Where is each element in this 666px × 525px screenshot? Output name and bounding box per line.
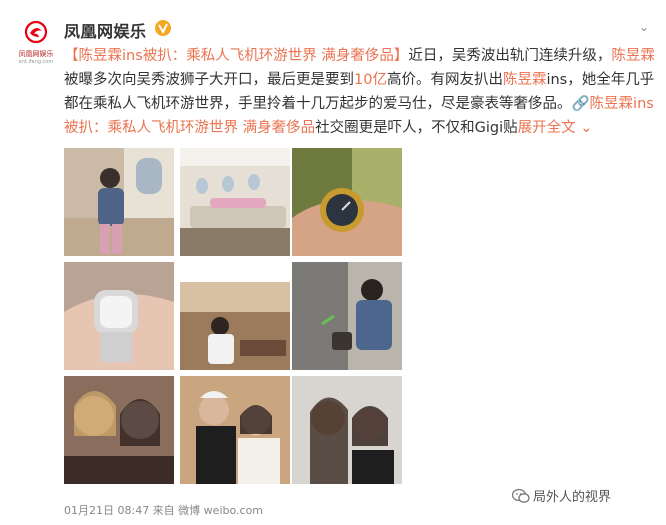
photo-diamond-watch[interactable]	[64, 262, 174, 370]
photo-selfie-gigi[interactable]	[64, 376, 174, 484]
mention-name-2[interactable]: 陈昱霖	[503, 72, 547, 88]
logo-text: 凤凰网娱乐	[18, 50, 54, 58]
watermark-text: 局外人的视界	[533, 490, 612, 505]
photo-selfie-group[interactable]	[180, 376, 290, 484]
mention-name-1[interactable]: 陈昱霖	[611, 48, 655, 64]
photo-jet-seat[interactable]	[64, 148, 174, 256]
phoenix-logo-icon	[24, 20, 48, 44]
image-grid	[64, 148, 404, 490]
post-text: 【陈昱霖ins被扒：乘私人飞机环游世界 满身奢侈品】近日，吴秀波出轨门连续升级，…	[64, 44, 660, 140]
post-text-3: 高价。有网友扒出	[386, 72, 503, 88]
account-name[interactable]: 凤凰网娱乐	[64, 18, 147, 42]
expand-full-text-link[interactable]: 展开全文	[518, 120, 576, 136]
verified-v-icon	[155, 20, 171, 36]
chevron-down-icon[interactable]: ⌄	[636, 20, 652, 36]
post-text-1: 近日，吴秀波出轨门连续升级，	[408, 48, 612, 64]
post-time-source: 01月21日 08:47 来自 微博 weibo.com	[64, 504, 264, 517]
logo-subtext: ent.ifeng.com	[18, 59, 54, 65]
chevron-down-icon[interactable]: ⌄	[576, 120, 592, 136]
post-text-2: 被曝多次向吴秀波狮子大开口，最后更是要到	[64, 72, 354, 88]
weibo-post: 凤凰网娱乐 ent.ifeng.com 凤凰网娱乐 ⌄ 【陈昱霖ins被扒：乘私…	[0, 0, 666, 525]
account-avatar[interactable]: 凤凰网娱乐 ent.ifeng.com	[14, 20, 58, 65]
wechat-icon	[512, 488, 530, 503]
watermark: 局外人的视界	[512, 486, 611, 506]
post-text-5: 社交圈更是吓人，不仅和Gigi贴	[315, 120, 518, 136]
photo-jet-lounge[interactable]	[180, 148, 290, 256]
photo-selfie-friend[interactable]	[292, 376, 402, 484]
photo-lobby-bag[interactable]	[292, 262, 402, 370]
highlight-amount: 10亿	[354, 72, 387, 88]
photo-gold-watch[interactable]	[292, 148, 402, 256]
topic-link[interactable]: 【陈昱霖ins被扒：乘私人飞机环游世界 满身奢侈品】	[64, 48, 408, 64]
photo-restaurant[interactable]	[180, 262, 290, 370]
